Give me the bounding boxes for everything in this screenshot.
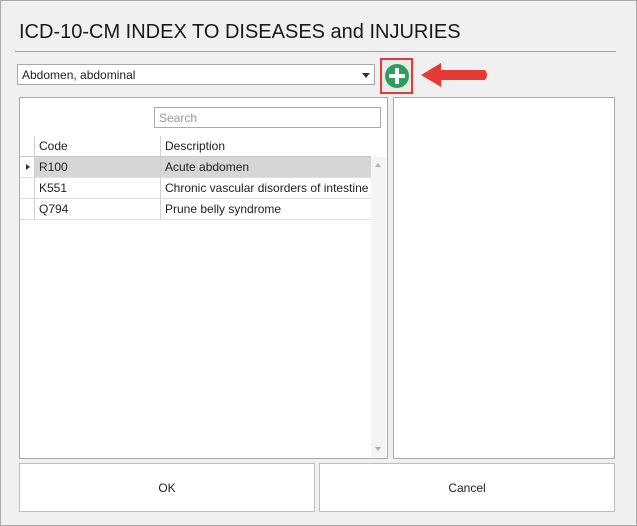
row-indicator-header	[20, 136, 35, 157]
row-indicator	[20, 178, 35, 199]
table-row[interactable]: K551 Chronic vascular disorders of intes…	[20, 178, 371, 199]
row-indicator	[20, 157, 35, 178]
category-dropdown-value: Abdomen, abdominal	[22, 68, 136, 82]
details-panel	[393, 97, 615, 459]
code-cell[interactable]: K551	[35, 178, 161, 199]
scroll-up-icon[interactable]	[375, 163, 381, 167]
plus-circle-icon	[385, 64, 409, 88]
code-cell[interactable]: Q794	[35, 199, 161, 220]
description-cell[interactable]: Chronic vascular disorders of intestine	[161, 178, 371, 199]
ok-button[interactable]: OK	[19, 463, 315, 512]
description-cell[interactable]: Prune belly syndrome	[161, 199, 371, 220]
scroll-down-icon[interactable]	[375, 447, 381, 451]
code-cell[interactable]: R100	[35, 157, 161, 178]
dialog-window: ICD-10-CM INDEX TO DISEASES and INJURIES…	[0, 0, 637, 526]
row-pointer-icon	[26, 164, 30, 170]
codes-table: Code Description R100 Acute abdomen K551…	[20, 136, 371, 220]
table-header: Code Description	[20, 136, 371, 157]
chevron-down-icon[interactable]	[362, 73, 370, 78]
search-input[interactable]	[154, 107, 381, 128]
arrow-shape	[421, 63, 487, 87]
column-header-description[interactable]: Description	[161, 136, 371, 157]
category-dropdown[interactable]: Abdomen, abdominal	[17, 64, 375, 85]
row-indicator	[20, 199, 35, 220]
table-row[interactable]: R100 Acute abdomen	[20, 157, 371, 178]
column-header-code[interactable]: Code	[35, 136, 161, 157]
dialog-title: ICD-10-CM INDEX TO DISEASES and INJURIES	[19, 21, 461, 43]
add-button[interactable]	[380, 58, 413, 94]
table-row[interactable]: Q794 Prune belly syndrome	[20, 199, 371, 220]
annotation-arrow-icon	[421, 63, 487, 87]
cancel-button[interactable]: Cancel	[319, 463, 615, 512]
title-divider	[15, 51, 616, 52]
vertical-scrollbar[interactable]	[371, 157, 386, 457]
results-panel: Code Description R100 Acute abdomen K551…	[19, 97, 388, 459]
description-cell[interactable]: Acute abdomen	[161, 157, 371, 178]
